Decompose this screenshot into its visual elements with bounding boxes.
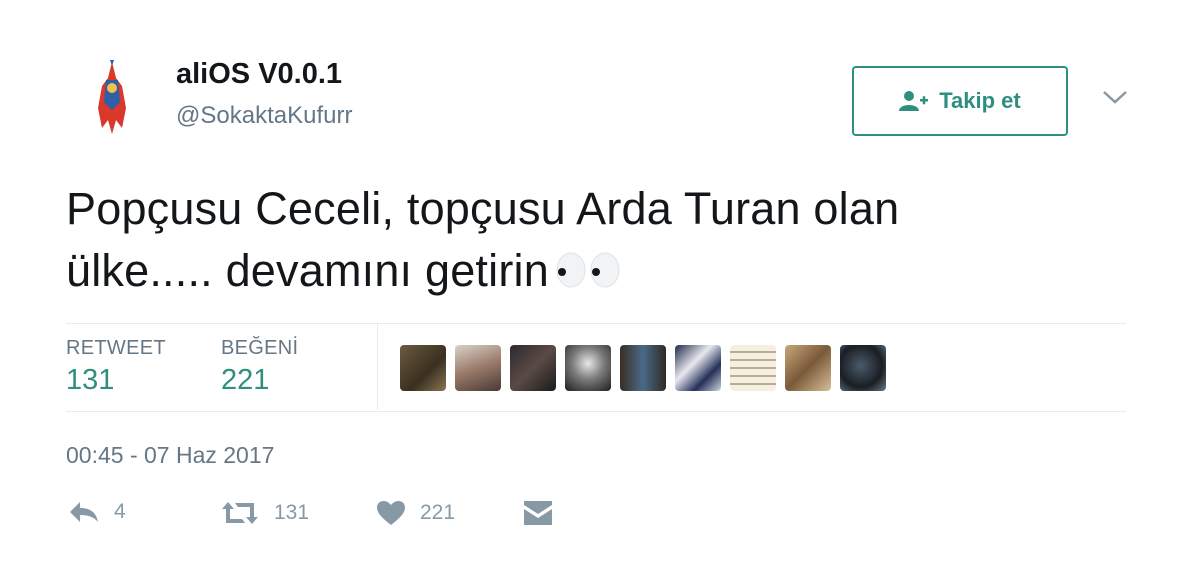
retweet-icon	[222, 502, 258, 524]
like-stat-label: BEĞENİ	[221, 337, 299, 359]
eyes-emoji-icon	[556, 252, 620, 288]
divider-top	[66, 323, 1126, 324]
liker-avatar[interactable]	[400, 345, 446, 391]
avatar[interactable]	[82, 58, 142, 138]
liker-avatar[interactable]	[840, 345, 886, 391]
liker-avatar[interactable]	[510, 345, 556, 391]
retweet-stat-count[interactable]: 131	[66, 364, 114, 397]
envelope-icon	[524, 501, 552, 525]
add-user-icon	[899, 91, 929, 111]
retweet-action-count: 131	[274, 501, 310, 524]
reply-count: 4	[114, 500, 126, 523]
user-handle[interactable]: @SokaktaKufurr	[176, 102, 352, 130]
divider-bottom	[66, 411, 1126, 412]
liker-avatar[interactable]	[785, 345, 831, 391]
tweet-line-2: ülke..... devamını getirin	[66, 240, 1146, 302]
liker-avatar[interactable]	[455, 345, 501, 391]
tweet-timestamp[interactable]: 00:45 - 07 Haz 2017	[66, 442, 274, 469]
like-stat-count[interactable]: 221	[221, 364, 269, 397]
tweet-line-2-text: ülke..... devamını getirin	[66, 245, 549, 296]
liker-avatar[interactable]	[675, 345, 721, 391]
retweet-button[interactable]: 131	[220, 500, 309, 526]
tweet-text: Popçusu Ceceli, topçusu Arda Turan olan …	[66, 178, 1146, 302]
chevron-down-icon[interactable]	[1100, 84, 1130, 110]
liker-avatar[interactable]	[565, 345, 611, 391]
user-name[interactable]: aliOS V0.0.1	[176, 58, 342, 91]
likers-avatars	[400, 345, 886, 391]
liker-avatar[interactable]	[620, 345, 666, 391]
tweet-line-1: Popçusu Ceceli, topçusu Arda Turan olan	[66, 183, 900, 234]
stats-divider	[377, 324, 378, 410]
liker-avatar[interactable]	[730, 345, 776, 391]
follow-button[interactable]: Takip et	[852, 66, 1068, 136]
direct-message-button[interactable]	[522, 500, 554, 526]
heart-icon	[377, 501, 405, 525]
reply-icon	[70, 502, 98, 522]
like-action-count: 221	[420, 501, 456, 524]
reply-button[interactable]: 4	[68, 500, 126, 524]
follow-button-label: Takip et	[939, 88, 1021, 113]
like-button[interactable]: 221	[376, 500, 455, 526]
retweet-stat-label: RETWEET	[66, 337, 166, 359]
